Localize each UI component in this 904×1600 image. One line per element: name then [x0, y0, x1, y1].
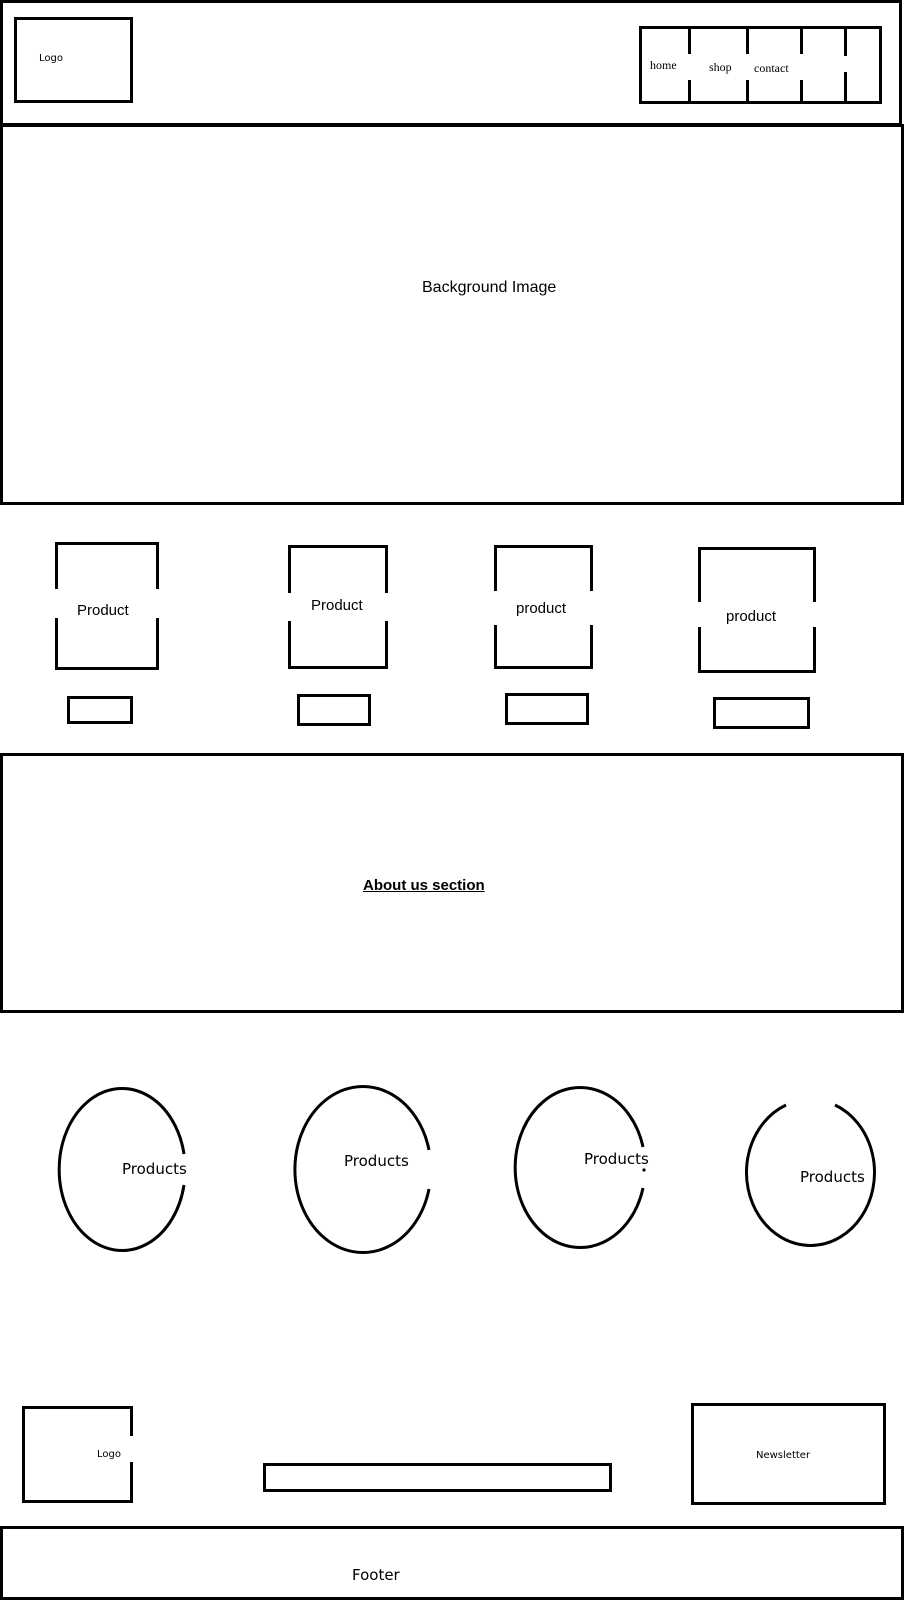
product-circle-label: Products: [344, 1152, 409, 1170]
product-circles-svg: [57, 1085, 876, 1254]
product-circle-label: Products: [800, 1168, 865, 1186]
footer: [0, 1526, 904, 1600]
footer-label: Footer: [352, 1566, 400, 1584]
footer-bar[interactable]: [263, 1463, 612, 1492]
footer-logo-label: Logo: [97, 1449, 121, 1460]
newsletter-label: Newsletter: [756, 1450, 811, 1461]
product-circle-dot: [642, 1168, 646, 1172]
product-circle-label: Products: [122, 1160, 187, 1178]
product-circle-label: Products: [584, 1150, 649, 1168]
footer-logo-gap: [129, 1436, 134, 1462]
